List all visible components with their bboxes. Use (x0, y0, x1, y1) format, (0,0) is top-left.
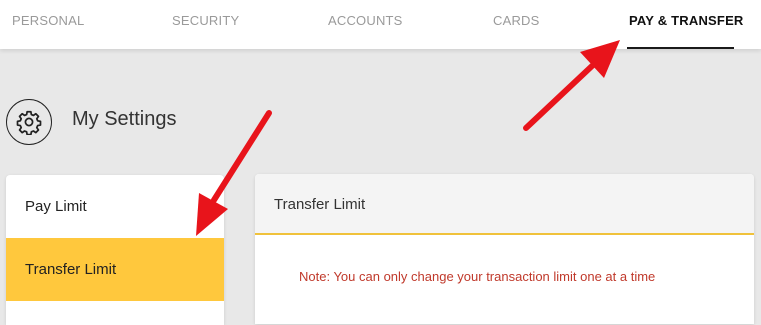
active-tab-indicator (627, 47, 734, 49)
sidebar-item-transfer-limit[interactable]: Transfer Limit (6, 238, 224, 301)
settings-sidebar: Pay Limit Transfer Limit (6, 175, 224, 325)
panel-header: Transfer Limit (255, 174, 754, 235)
limit-note: Note: You can only change your transacti… (299, 269, 656, 284)
top-navigation: PERSONAL SECURITY ACCOUNTS CARDS PAY & T… (0, 0, 761, 49)
tab-cards[interactable]: CARDS (493, 13, 540, 28)
tab-accounts[interactable]: ACCOUNTS (328, 13, 403, 28)
sidebar-item-pay-limit[interactable]: Pay Limit (6, 175, 224, 238)
panel-title: Transfer Limit (274, 196, 366, 213)
tab-security[interactable]: SECURITY (172, 13, 239, 28)
page-title: My Settings (72, 108, 177, 130)
gear-icon (6, 99, 52, 145)
transfer-limit-panel: Transfer Limit Note: You can only change… (255, 174, 754, 324)
arrow-to-pay-transfer-tab (523, 40, 620, 131)
tab-personal[interactable]: PERSONAL (12, 13, 84, 28)
tab-pay-and-transfer[interactable]: PAY & TRANSFER (629, 13, 744, 28)
